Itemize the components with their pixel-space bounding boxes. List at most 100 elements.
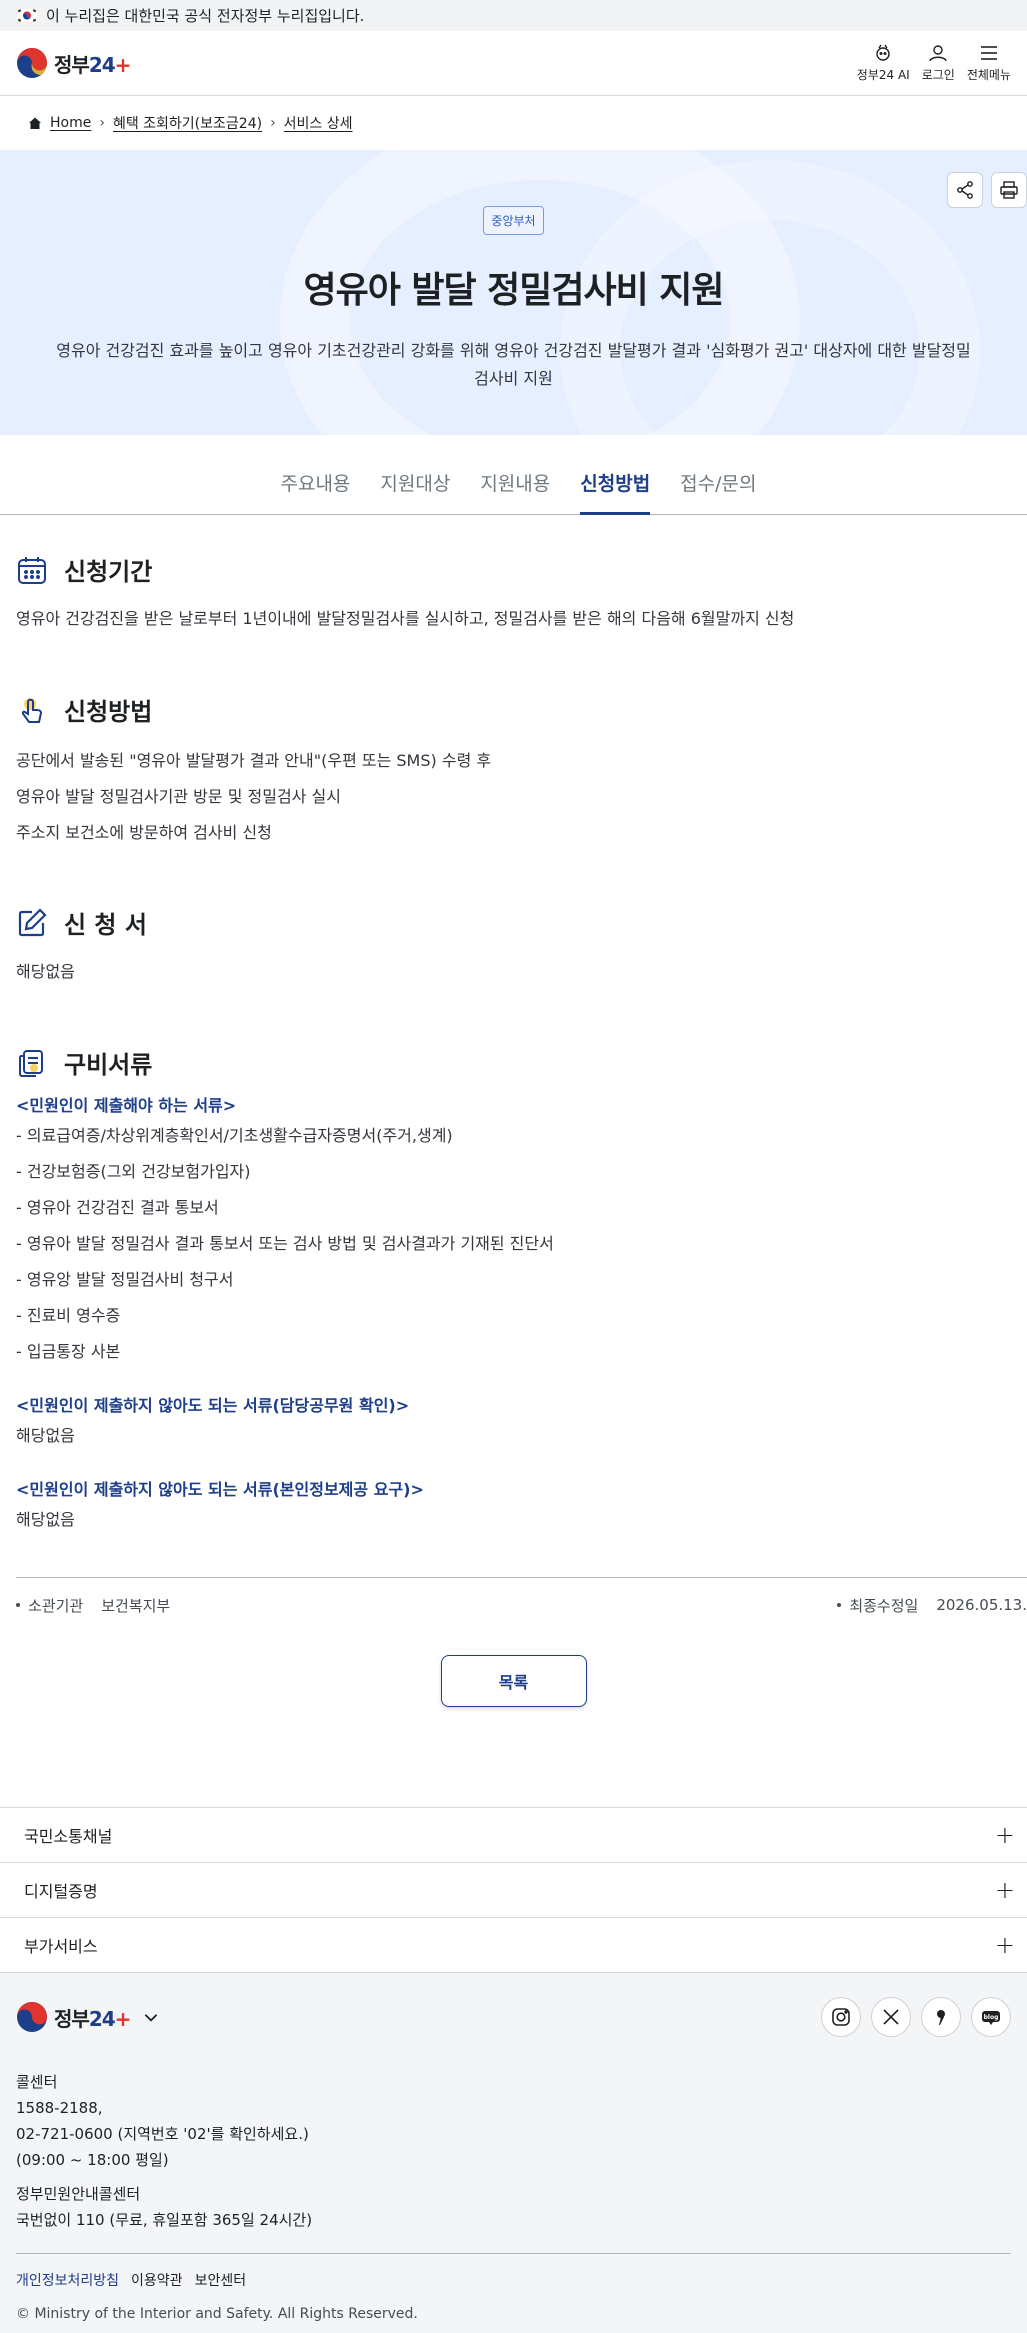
doc-item: - 영유아 발달 정밀검사 결과 통보서 또는 검사 방법 및 검사결과가 기재…: [16, 1234, 554, 1253]
brunch-link[interactable]: [921, 1997, 961, 2037]
x-icon: [883, 2009, 899, 2025]
doc-item: - 건강보험증(그외 건강보험가입자): [16, 1162, 251, 1181]
list-button[interactable]: 목록: [440, 1655, 587, 1707]
consent-docs-text: 해당없음: [16, 1510, 75, 1529]
security-center-link[interactable]: 보안센터: [195, 2270, 247, 2290]
ai-icon: [876, 44, 890, 61]
breadcrumb-benefit-link[interactable]: 혜택 조회하기(보조금24): [113, 113, 262, 133]
doc-item: - 입금통장 사본: [16, 1342, 121, 1361]
footer-accordion: 국민소통채널 + 디지털증명 + 부가서비스 +: [0, 1807, 1027, 1973]
tab-main-content[interactable]: 주요내용: [280, 469, 350, 514]
doc-item: - 진료비 영수증: [16, 1306, 121, 1325]
footer-logo-dropdown[interactable]: 정부24+: [16, 2001, 160, 2033]
tab-application-method[interactable]: 신청방법: [580, 469, 650, 515]
accordion-extra-services[interactable]: 부가서비스 +: [0, 1918, 1027, 1973]
header: 정부24+ 정부24 AI 로그인 전체메뉴: [0, 31, 1027, 96]
terms-link[interactable]: 이용약관: [131, 2270, 183, 2290]
method-line: 영유아 발달 정밀검사기관 방문 및 정밀검사 실시: [16, 787, 341, 806]
method-line: 주소지 보건소에 방문하여 검사비 신청: [16, 823, 272, 842]
callcenter-number: 1588-2188,: [16, 2099, 103, 2117]
civil-callcenter-title: 정부민원안내콜센터: [16, 2185, 141, 2203]
all-menu-button[interactable]: 전체메뉴: [967, 43, 1011, 83]
calendar-icon: [18, 556, 46, 584]
breadcrumb-current[interactable]: 서비스 상세: [284, 113, 353, 133]
menu-icon: [980, 46, 997, 60]
hand-pointer-icon: [21, 697, 43, 723]
consent-docs-heading: <민원인이 제출하지 않아도 되는 서류(본인정보제공 요구)>: [16, 1480, 424, 1499]
header-utilities: 정부24 AI 로그인 전체메뉴: [857, 43, 1011, 83]
chevron-right-icon: ›: [270, 115, 276, 131]
footer-contact: 콜센터 1588-2188, 02-721-0600 (지역번호 '02'를 확…: [16, 2069, 1011, 2233]
doc-item: - 영유앙 발달 정밀검사비 청구서: [16, 1270, 234, 1289]
chevron-right-icon: ›: [99, 115, 105, 131]
user-icon: [929, 45, 947, 62]
tab-inquiry[interactable]: 접수/문의: [680, 469, 756, 514]
instagram-icon: [832, 2008, 850, 2026]
agency-info: 소관기관 보건복지부: [16, 1595, 170, 1616]
agency-badge: 중앙부처: [483, 206, 544, 235]
gov24-ai-button[interactable]: 정부24 AI: [857, 43, 910, 83]
meta-row: 소관기관 보건복지부 최종수정일 2026.05.13.: [0, 1578, 1027, 1632]
section-title: 신 청 서: [64, 911, 147, 939]
logo-text: 정부: [54, 52, 90, 77]
blog-icon: blog: [982, 2011, 1000, 2025]
korea-flag-icon: [16, 8, 38, 23]
share-icon: [957, 181, 973, 199]
form-text: 해당없음: [16, 962, 75, 981]
accordion-digital-cert[interactable]: 디지털증명 +: [0, 1863, 1027, 1918]
period-section-head: 신청기간: [16, 552, 1011, 587]
breadcrumb: Home › 혜택 조회하기(보조금24) › 서비스 상세: [0, 96, 1027, 150]
chevron-down-icon: [145, 2014, 158, 2022]
official-docs-text: 해당없음: [16, 1426, 75, 1445]
tab-support-content[interactable]: 지원내용: [480, 469, 550, 514]
copyright: © Ministry of the Interior and Safety. A…: [16, 2306, 418, 2322]
main-content: 신청기간 영유아 건강검진을 받은 날로부터 1년이내에 발달정밀검사를 실시하…: [0, 552, 1027, 1532]
required-docs-heading: <민원인이 제출해야 하는 서류>: [16, 1096, 237, 1115]
x-link[interactable]: [871, 1997, 911, 2037]
page-title: 영유아 발달 정밀검사비 지원: [303, 270, 724, 311]
gov-banner-text: 이 누리집은 대한민국 공식 전자정부 누리집입니다.: [46, 7, 365, 25]
brunch-icon: [937, 2010, 945, 2025]
official-docs-heading: <민원인이 제출하지 않아도 되는 서류(담당공무원 확인)>: [16, 1396, 410, 1415]
doc-item: - 의료급여증/차상위계층확인서/기초생활수급자증명서(주거,생계): [16, 1126, 453, 1145]
updated-info: 최종수정일 2026.05.13.: [837, 1595, 1027, 1616]
section-title: 신청방법: [64, 698, 153, 726]
plus-icon: +: [994, 1821, 1015, 1849]
method-section-head: 신청방법: [16, 692, 1011, 727]
accordion-communication[interactable]: 국민소통채널 +: [0, 1808, 1027, 1863]
footer-links: 개인정보처리방침 이용약관 보안센터: [16, 2270, 1011, 2290]
documents-icon: [19, 1049, 43, 1077]
privacy-policy-link[interactable]: 개인정보처리방침: [16, 2270, 119, 2290]
print-button[interactable]: [991, 172, 1027, 208]
gov24-logo[interactable]: 정부24+: [16, 47, 131, 79]
service-description: 영유아 건강검진 효과를 높이고 영유아 기초건강관리 강화를 위해 영유아 건…: [56, 341, 971, 388]
share-button[interactable]: [947, 172, 983, 208]
docs-section-head: 구비서류: [16, 1045, 1011, 1080]
section-title: 구비서류: [64, 1051, 153, 1079]
period-text: 영유아 건강검진을 받은 날로부터 1년이내에 발달정밀검사를 실시하고, 정밀…: [16, 609, 795, 628]
form-section-head: 신 청 서: [16, 905, 1011, 940]
section-tabs: 주요내용 지원대상 지원내용 신청방법 접수/문의: [0, 435, 1027, 515]
home-icon: [29, 117, 41, 129]
footer: 정부24+ blog 콜센터 1588-2188, 02-721-0600 (지…: [0, 1973, 1027, 2333]
svg-text:blog: blog: [984, 2014, 999, 2021]
print-icon: [1000, 181, 1018, 199]
method-line: 공단에서 발송된 "영유아 발달평가 결과 안내"(우편 또는 SMS) 수령 …: [16, 751, 492, 770]
plus-icon: +: [994, 1876, 1015, 1904]
edit-icon: [18, 907, 47, 936]
taegeuk-logo-icon: [17, 48, 47, 78]
instagram-link[interactable]: [821, 1997, 861, 2037]
plus-icon: +: [994, 1931, 1015, 1959]
login-button[interactable]: 로그인: [922, 43, 955, 83]
callcenter-title: 콜센터: [16, 2073, 58, 2091]
blog-link[interactable]: blog: [971, 1997, 1011, 2037]
breadcrumb-home-link[interactable]: Home: [50, 115, 91, 131]
tab-eligibility[interactable]: 지원대상: [380, 469, 450, 514]
doc-item: - 영유아 건강검진 결과 통보서: [16, 1198, 219, 1217]
gov-banner: 이 누리집은 대한민국 공식 전자정부 누리집입니다.: [0, 0, 1027, 31]
callcenter-number-2: 02-721-0600 (지역번호 '02'를 확인하세요.): [16, 2125, 309, 2143]
taegeuk-logo-icon: [17, 2002, 47, 2032]
social-links: blog: [821, 1997, 1011, 2037]
section-title: 신청기간: [64, 558, 153, 586]
hero-actions: [947, 172, 1027, 208]
